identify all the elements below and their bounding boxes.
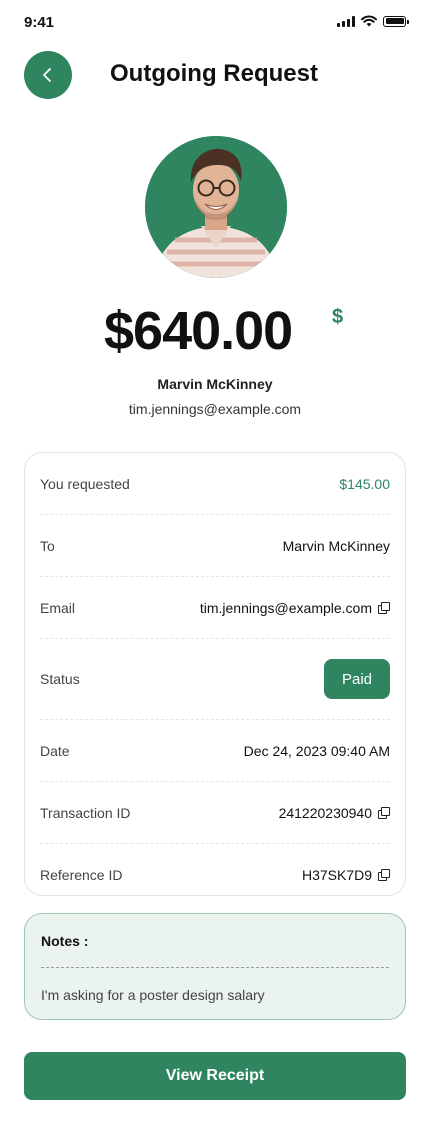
detail-label: You requested (40, 475, 130, 492)
detail-row-transaction-id: Transaction ID 241220230940 (40, 782, 390, 844)
detail-label: Email (40, 599, 76, 616)
detail-label: Date (40, 742, 70, 759)
profile-photo (145, 136, 287, 278)
chevron-left-icon (43, 68, 51, 82)
transaction-id-group: 241220230940 (279, 805, 390, 821)
detail-label: To (40, 537, 55, 554)
requested-amount: $145.00 (339, 475, 390, 492)
detail-row-status: Status Paid (40, 639, 390, 720)
payer-name: Marvin McKinney (157, 376, 273, 392)
notes-card: Notes : I'm asking for a poster design s… (24, 913, 406, 1020)
detail-label: Reference ID (40, 867, 123, 883)
notes-text: I'm asking for a poster design salary (41, 987, 265, 1003)
notes-title: Notes : (41, 933, 89, 949)
currency-symbol: $ (332, 306, 344, 328)
payer-email: tim.jennings@example.com (128, 401, 302, 417)
copy-icon[interactable] (378, 601, 390, 614)
reference-id: H37SK7D9 (301, 867, 372, 883)
battery-icon (383, 15, 409, 27)
status-time: 9:41 (24, 14, 55, 31)
details-card: You requested $145.00 To Marvin McKinney… (24, 452, 406, 896)
detail-row-date: Date Dec 24, 2023 09:40 AM (40, 720, 390, 782)
copy-icon[interactable] (378, 806, 390, 819)
recipient-email: tim.jennings@example.com (199, 599, 372, 616)
detail-row-requested: You requested $145.00 (40, 453, 390, 515)
cellular-signal-icon (337, 15, 355, 27)
recipient-name: Marvin McKinney (282, 537, 390, 554)
detail-row-reference-id: Reference ID H37SK7D9 (40, 844, 390, 906)
copy-icon[interactable] (378, 869, 390, 881)
detail-label: Transaction ID (40, 804, 131, 821)
reference-id-group: H37SK7D9 (302, 867, 390, 883)
detail-row-email: Email tim.jennings@example.com (40, 577, 390, 639)
amount-display: $640.00 $ (0, 300, 430, 362)
page-title: Outgoing Request (110, 60, 318, 87)
detail-label: Status (40, 671, 80, 687)
back-button[interactable] (24, 51, 72, 99)
detail-row-to: To Marvin McKinney (40, 515, 390, 577)
wifi-icon (361, 15, 377, 27)
status-badge: Paid (324, 659, 390, 699)
transaction-date: Dec 24, 2023 09:40 AM (243, 742, 390, 759)
avatar (145, 136, 287, 278)
status-bar: 9:41 (0, 0, 430, 44)
status-icons (337, 15, 409, 27)
recipient-email-group: tim.jennings@example.com (200, 600, 390, 616)
transaction-id: 241220230940 (278, 804, 372, 821)
amount-value: $640.00 (104, 301, 293, 361)
view-receipt-button[interactable]: View Receipt (24, 1052, 406, 1100)
notes-divider (41, 967, 389, 968)
